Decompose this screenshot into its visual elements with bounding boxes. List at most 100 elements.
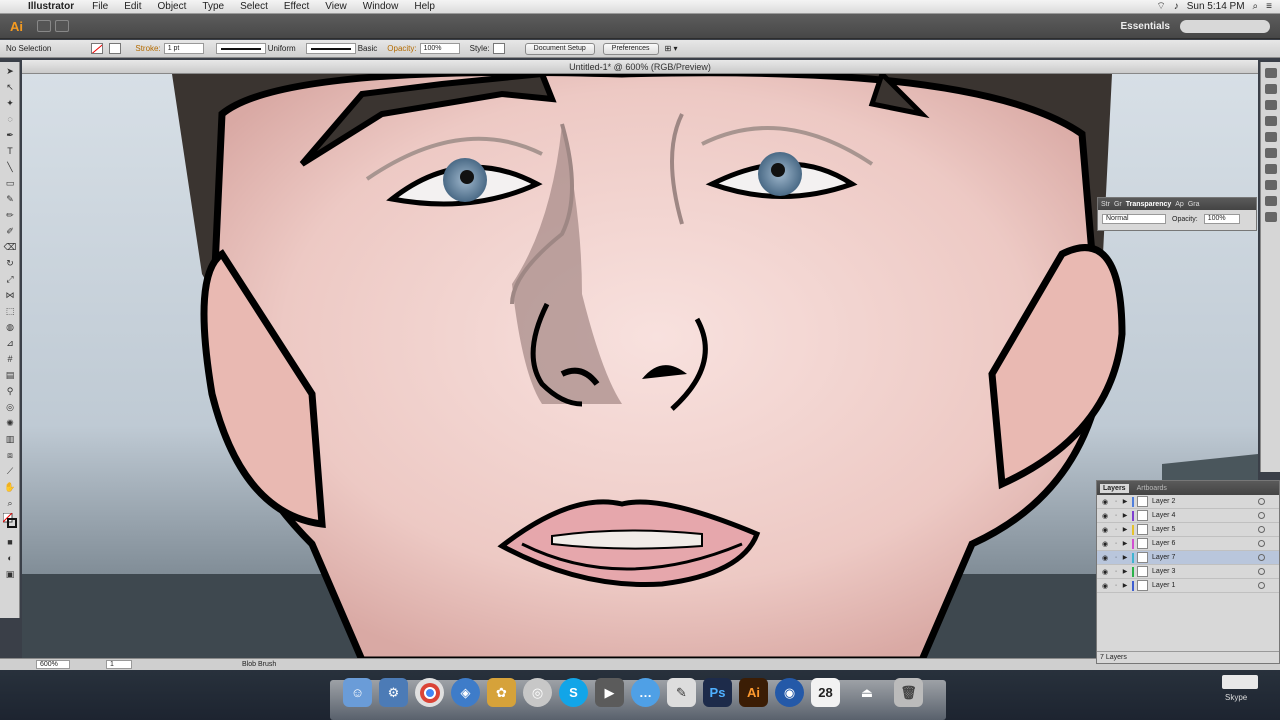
opacity-field[interactable]: 100% bbox=[419, 43, 460, 54]
layer-target-icon[interactable] bbox=[1258, 498, 1265, 505]
layer-row[interactable]: ◉ · ▶ Layer 2 bbox=[1097, 495, 1279, 509]
menu-view[interactable]: View bbox=[317, 1, 355, 12]
layer-row[interactable]: ◉ · ▶ Layer 7 bbox=[1097, 551, 1279, 565]
expand-triangle-icon[interactable]: ▶ bbox=[1121, 512, 1129, 519]
stroke-swatch[interactable] bbox=[109, 43, 122, 54]
pencil-tool-icon[interactable]: ✏ bbox=[3, 209, 17, 222]
gradient-panel-icon[interactable] bbox=[1265, 164, 1277, 174]
lock-toggle-icon[interactable]: · bbox=[1111, 512, 1121, 519]
menu-type[interactable]: Type bbox=[194, 1, 232, 12]
layer-name[interactable]: Layer 4 bbox=[1152, 512, 1258, 519]
layer-row[interactable]: ◉ · ▶ Layer 4 bbox=[1097, 509, 1279, 523]
fill-swatch[interactable] bbox=[91, 43, 104, 54]
symbols-panel-icon[interactable] bbox=[1265, 116, 1277, 126]
artboard-canvas[interactable] bbox=[22, 74, 1258, 660]
screen-mode-icon[interactable]: ▣ bbox=[3, 568, 17, 581]
selection-tool-icon[interactable]: ➤ bbox=[3, 65, 17, 78]
column-graph-tool-icon[interactable]: ▥ bbox=[3, 433, 17, 446]
chat-icon[interactable]: ◎ bbox=[523, 678, 552, 707]
menu-window[interactable]: Window bbox=[355, 1, 407, 12]
gradient-tool-icon[interactable]: ▤ bbox=[3, 369, 17, 382]
tab-artboards[interactable]: Artboards bbox=[1137, 485, 1167, 492]
paintbrush-tool-icon[interactable]: ✎ bbox=[3, 193, 17, 206]
line-tool-icon[interactable]: ╲ bbox=[3, 161, 17, 174]
graphic-styles-panel-icon[interactable] bbox=[1265, 132, 1277, 142]
lock-toggle-icon[interactable]: · bbox=[1111, 582, 1121, 589]
lock-toggle-icon[interactable]: · bbox=[1111, 568, 1121, 575]
visibility-eye-icon[interactable]: ◉ bbox=[1099, 568, 1111, 576]
safari-icon[interactable]: ◈ bbox=[451, 678, 480, 707]
stroke-weight-field[interactable]: 1 pt bbox=[163, 43, 204, 54]
help-search-input[interactable] bbox=[1180, 19, 1270, 33]
layer-target-icon[interactable] bbox=[1258, 540, 1265, 547]
artboard-tool-icon[interactable]: ⧈ bbox=[3, 449, 17, 462]
layer-row[interactable]: ◉ · ▶ Layer 1 bbox=[1097, 579, 1279, 593]
tab-gradient[interactable]: Gr bbox=[1114, 201, 1122, 208]
menu-edit[interactable]: Edit bbox=[116, 1, 149, 12]
visibility-eye-icon[interactable]: ◉ bbox=[1099, 554, 1111, 562]
fill-stroke-icon[interactable] bbox=[2, 512, 17, 533]
tab-appearance[interactable]: Ap bbox=[1175, 201, 1184, 208]
expand-triangle-icon[interactable]: ▶ bbox=[1121, 498, 1129, 505]
tab-transparency[interactable]: Transparency bbox=[1126, 201, 1172, 208]
search-icon[interactable]: ⌕ bbox=[1253, 1, 1259, 12]
layer-name[interactable]: Layer 5 bbox=[1152, 526, 1258, 533]
layer-name[interactable]: Layer 7 bbox=[1152, 554, 1258, 561]
opacity-label[interactable]: Opacity: bbox=[387, 44, 416, 53]
arrange-documents-button[interactable] bbox=[55, 20, 69, 32]
layer-name[interactable]: Layer 1 bbox=[1152, 582, 1258, 589]
rectangle-tool-icon[interactable]: ▭ bbox=[3, 177, 17, 190]
slice-tool-icon[interactable]: ⟋ bbox=[3, 465, 17, 478]
artboard-navigator[interactable]: 1 bbox=[106, 660, 132, 669]
layer-target-icon[interactable] bbox=[1258, 554, 1265, 561]
lasso-tool-icon[interactable]: ◌ bbox=[3, 113, 17, 126]
clock[interactable]: Sun 5:14 PM bbox=[1187, 1, 1245, 12]
visibility-eye-icon[interactable]: ◉ bbox=[1099, 498, 1111, 506]
expand-triangle-icon[interactable]: ▶ bbox=[1121, 540, 1129, 547]
expand-triangle-icon[interactable]: ▶ bbox=[1121, 554, 1129, 561]
layers-panel-icon[interactable] bbox=[1265, 212, 1277, 222]
menu-select[interactable]: Select bbox=[232, 1, 276, 12]
lock-toggle-icon[interactable]: · bbox=[1111, 540, 1121, 547]
bridge-button[interactable] bbox=[37, 20, 51, 32]
visibility-eye-icon[interactable]: ◉ bbox=[1099, 526, 1111, 534]
draw-icon[interactable]: ✎ bbox=[667, 678, 696, 707]
blend-tool-icon[interactable]: ◎ bbox=[3, 401, 17, 414]
workspace-switcher[interactable]: Essentials bbox=[1121, 21, 1180, 32]
rotate-tool-icon[interactable]: ↻ bbox=[3, 257, 17, 270]
magic-wand-tool-icon[interactable]: ✦ bbox=[3, 97, 17, 110]
stroke-panel-icon[interactable] bbox=[1265, 148, 1277, 158]
layer-row[interactable]: ◉ · ▶ Layer 3 bbox=[1097, 565, 1279, 579]
messages-icon[interactable]: … bbox=[631, 678, 660, 707]
photoshop-icon[interactable]: Ps bbox=[703, 678, 732, 707]
stroke-label[interactable]: Stroke: bbox=[135, 44, 160, 53]
eyedropper-tool-icon[interactable]: ⚲ bbox=[3, 385, 17, 398]
draw-mode-icon[interactable]: ◐ bbox=[3, 552, 17, 565]
layer-name[interactable]: Layer 3 bbox=[1152, 568, 1258, 575]
type-tool-icon[interactable]: T bbox=[3, 145, 17, 158]
expand-triangle-icon[interactable]: ▶ bbox=[1121, 568, 1129, 575]
finder-icon[interactable]: ☺ bbox=[343, 678, 372, 707]
scale-tool-icon[interactable]: ⤢ bbox=[3, 273, 17, 286]
visibility-eye-icon[interactable]: ◉ bbox=[1099, 512, 1111, 520]
blend-mode-select[interactable]: Normal bbox=[1102, 214, 1166, 224]
menu-help[interactable]: Help bbox=[406, 1, 443, 12]
tab-graphic-styles[interactable]: Gra bbox=[1188, 201, 1200, 208]
color-mode-icon[interactable]: ■ bbox=[3, 536, 17, 549]
trash-icon[interactable]: 🗑 bbox=[894, 678, 923, 707]
skype-icon[interactable]: S bbox=[559, 678, 588, 707]
volume-icon[interactable]: ♪ bbox=[1174, 1, 1179, 12]
symbol-sprayer-tool-icon[interactable]: ✺ bbox=[3, 417, 17, 430]
arrange-icon[interactable]: ⊞ ▾ bbox=[665, 44, 678, 53]
tab-stroke[interactable]: Str bbox=[1101, 201, 1110, 208]
appearance-panel-icon[interactable] bbox=[1265, 196, 1277, 206]
blob-brush-tool-icon[interactable]: ✐ bbox=[3, 225, 17, 238]
shape-builder-tool-icon[interactable]: ◍ bbox=[3, 321, 17, 334]
document-setup-button[interactable]: Document Setup bbox=[524, 42, 595, 55]
lock-toggle-icon[interactable]: · bbox=[1111, 498, 1121, 505]
tab-layers[interactable]: Layers bbox=[1100, 483, 1129, 493]
opacity-field[interactable]: 100% bbox=[1203, 214, 1240, 224]
list-icon[interactable]: ≡ bbox=[1266, 1, 1272, 12]
hand-tool-icon[interactable]: ✋ bbox=[3, 481, 17, 494]
layer-target-icon[interactable] bbox=[1258, 582, 1265, 589]
